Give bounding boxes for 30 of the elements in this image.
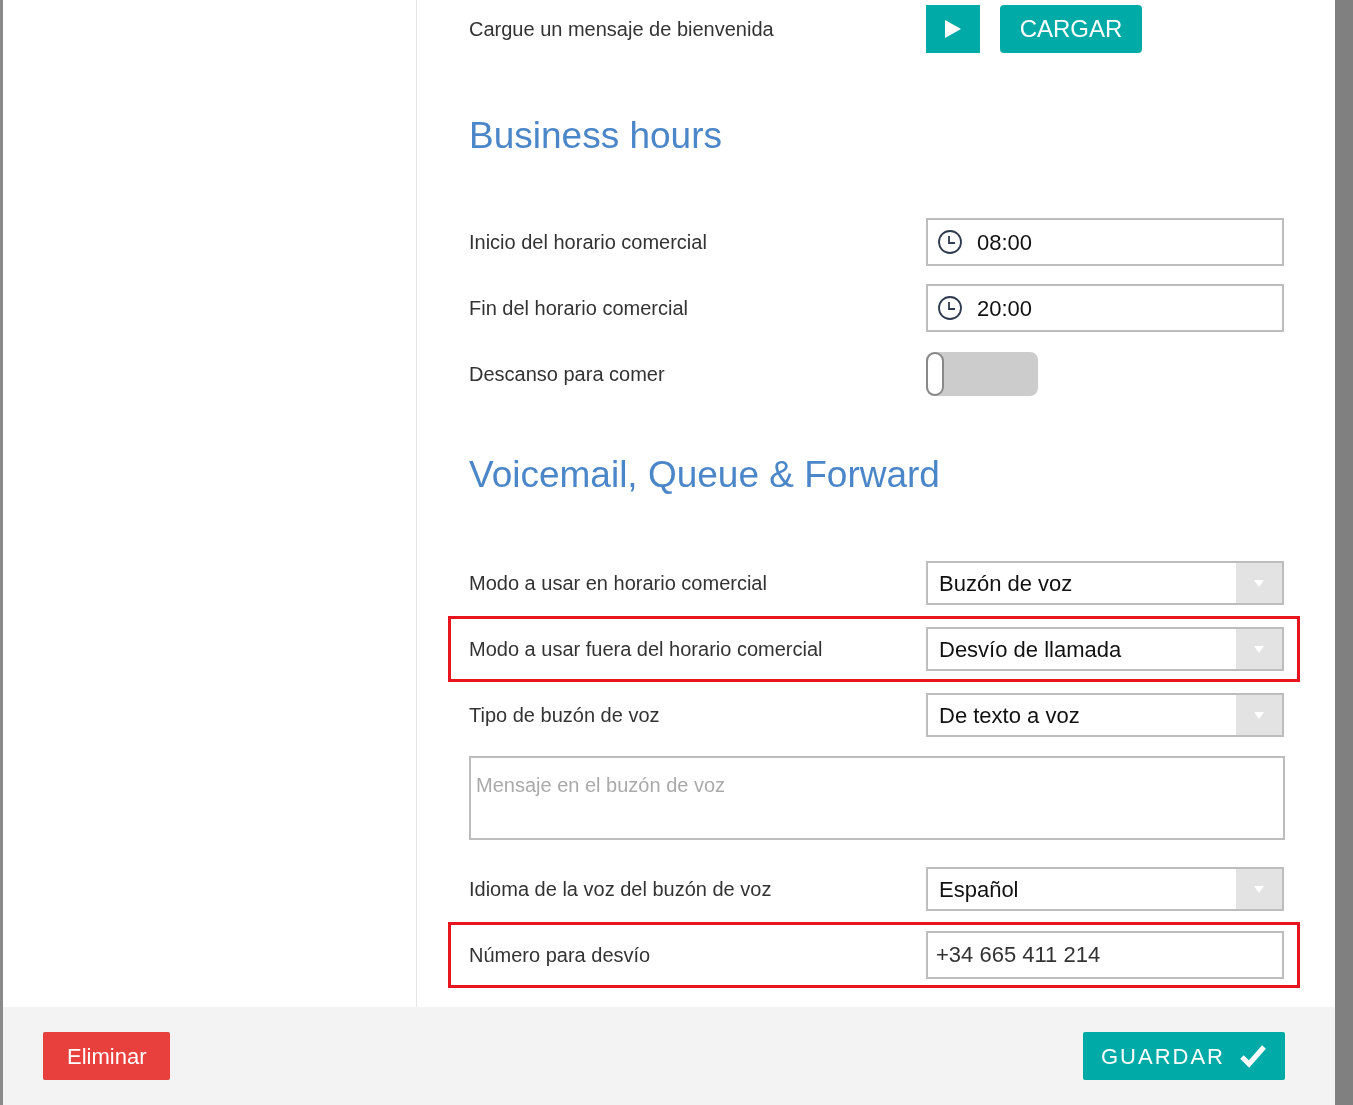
field-label: Modo a usar fuera del horario comercial [469,637,824,662]
play-button[interactable] [926,5,980,53]
dropdown-caret-icon [1236,563,1282,603]
message-textarea[interactable]: Mensaje en el buzón de voz [469,756,1285,840]
field-label: Número para desvío [469,943,652,968]
dropdown-caret-icon [1236,869,1282,909]
phone-input[interactable]: +34 665 411 214 [926,931,1284,979]
toggle-switch[interactable] [926,352,1038,396]
time-input[interactable]: 20:00 [926,284,1284,332]
field-label: Fin del horario comercial [469,296,689,321]
checkmark-icon [1239,1044,1267,1068]
dropdown-caret-icon [1236,629,1282,669]
select-dropdown[interactable]: De texto a voz [926,693,1284,737]
section-heading: Voicemail, Queue & Forward [469,454,941,496]
field-label: Descanso para comer [469,362,666,387]
select-dropdown[interactable]: Buzón de voz [926,561,1284,605]
clock-icon [937,295,963,321]
welcome-label: Cargue un mensaje de bienvenida [469,17,775,42]
field-label: Inicio del horario comercial [469,230,708,255]
select-dropdown[interactable]: Desvío de llamada [926,627,1284,671]
field-label: Modo a usar en horario comercial [469,571,768,596]
clock-icon [937,229,963,255]
play-icon [945,20,961,38]
field-label: Tipo de buzón de voz [469,703,661,728]
select-dropdown[interactable]: Español [926,867,1284,911]
time-input[interactable]: 08:00 [926,218,1284,266]
delete-button[interactable]: Eliminar [43,1032,171,1080]
section-heading: Business hours [469,115,723,157]
field-label: Idioma de la voz del buzón de voz [469,877,773,902]
dropdown-caret-icon [1236,695,1282,735]
